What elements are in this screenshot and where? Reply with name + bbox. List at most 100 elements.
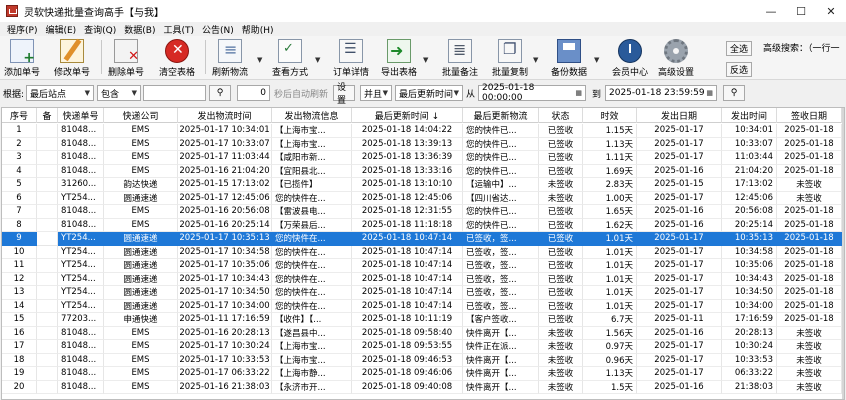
cell-col-last-update-info[interactable]: 已签收，签...	[463, 259, 539, 273]
cell-col-last-update-time[interactable]: 2025-01-18 10:47:14	[352, 272, 463, 286]
maximize-button[interactable]: ☐	[786, 0, 816, 22]
cell-col-sent-info[interactable]: 您的快件在...	[272, 191, 352, 205]
cell-col-index[interactable]: 8	[2, 218, 37, 232]
cell-col-tracking-number[interactable]: YT254...	[58, 299, 104, 313]
cell-col-sent-info[interactable]: 【上海市宝...	[272, 137, 352, 151]
cell-col-signed-date[interactable]: 2025-01-18	[777, 299, 842, 313]
cell-col-last-update-info[interactable]: 已签收，签...	[463, 245, 539, 259]
cell-col-sent-info[interactable]: 【上海市宝...	[272, 340, 352, 354]
cell-col-sent-clock[interactable]: 10:34:01	[722, 124, 777, 138]
cell-col-sent-info[interactable]: 【遂昌县中...	[272, 326, 352, 340]
header-col-sent-clock[interactable]: 发出时间	[722, 108, 777, 123]
cell-col-signed-date[interactable]: 2025-01-18	[777, 272, 842, 286]
cell-col-status[interactable]: 已签收	[539, 164, 583, 178]
cell-col-note[interactable]	[37, 151, 58, 165]
cell-col-sent-clock[interactable]: 10:35:06	[722, 259, 777, 273]
table-row[interactable]: 13 YT254... 圆通速递 2025-01-17 10:34:50 您的快件在..…	[2, 286, 844, 300]
export-table-button[interactable]: 导出表格	[379, 38, 419, 78]
cell-col-status[interactable]: 未签收	[539, 353, 583, 367]
header-col-tracking-number[interactable]: 快递单号	[58, 108, 104, 123]
batch-copy-button[interactable]: 批量复制	[490, 38, 530, 78]
menu-data[interactable]: 数据(B)	[120, 23, 159, 36]
table-row[interactable]: 19 81048... EMS 2025-01-17 06:33:22 【上海市静...…	[2, 367, 844, 381]
cell-col-index[interactable]: 18	[2, 353, 37, 367]
cell-col-courier[interactable]: EMS	[104, 353, 178, 367]
table-row[interactable]: 12 YT254... 圆通速递 2025-01-17 10:34:43 您的快件在..…	[2, 272, 844, 286]
cell-col-sent-clock[interactable]: 10:30:24	[722, 340, 777, 354]
cell-col-note[interactable]	[37, 191, 58, 205]
cell-col-status[interactable]: 已签收	[539, 259, 583, 273]
cell-col-last-update-time[interactable]: 2025-01-18 10:47:14	[352, 259, 463, 273]
cell-col-last-update-info[interactable]: 快件离开【...	[463, 353, 539, 367]
cell-col-index[interactable]: 12	[2, 272, 37, 286]
cell-col-last-update-info[interactable]: 已签收，签...	[463, 272, 539, 286]
cell-col-sent-clock[interactable]: 10:34:43	[722, 272, 777, 286]
cell-col-tracking-number[interactable]: YT254...	[58, 272, 104, 286]
cell-col-tracking-number[interactable]: 81048...	[58, 137, 104, 151]
cell-col-sent-clock[interactable]: 10:34:50	[722, 286, 777, 300]
cell-col-courier[interactable]: 韵达快递	[104, 178, 178, 192]
cell-col-last-update-info[interactable]: 快件离开【...	[463, 380, 539, 394]
cell-col-signed-date[interactable]: 2025-01-18	[777, 164, 842, 178]
cell-col-courier[interactable]: EMS	[104, 367, 178, 381]
cell-col-duration[interactable]: 1.01天	[583, 286, 637, 300]
cell-col-duration[interactable]: 1.01天	[583, 232, 637, 246]
header-col-last-update-time[interactable]: 最后更新时间 ↓	[352, 108, 463, 123]
menu-query[interactable]: 查询(Q)	[80, 23, 120, 36]
delete-number-button[interactable]: 删除单号	[106, 38, 146, 78]
cell-col-duration[interactable]: 2.83天	[583, 178, 637, 192]
cell-col-sent-info[interactable]: 【咸阳市新...	[272, 151, 352, 165]
cell-col-duration[interactable]: 1.11天	[583, 151, 637, 165]
cell-col-last-update-time[interactable]: 2025-01-18 10:47:14	[352, 245, 463, 259]
cell-col-last-update-time[interactable]: 2025-01-18 10:11:19	[352, 313, 463, 327]
cell-col-sent-info[interactable]: 【上海市宝...	[272, 124, 352, 138]
cell-col-sent-time[interactable]: 2025-01-17 10:34:58	[178, 245, 272, 259]
copy-dropdown-arrow-icon[interactable]: ▼	[533, 56, 538, 64]
cell-col-sent-date[interactable]: 2025-01-17	[637, 353, 722, 367]
cell-col-sent-clock[interactable]: 20:28:13	[722, 326, 777, 340]
cell-col-courier[interactable]: 圆通速递	[104, 232, 178, 246]
cell-col-tracking-number[interactable]: YT254...	[58, 259, 104, 273]
cell-col-tracking-number[interactable]: 77203...	[58, 313, 104, 327]
cell-col-sent-clock[interactable]: 10:33:53	[722, 353, 777, 367]
cell-col-sent-date[interactable]: 2025-01-16	[637, 380, 722, 394]
cell-col-sent-clock[interactable]: 21:04:20	[722, 164, 777, 178]
cell-col-sent-time[interactable]: 2025-01-17 10:34:00	[178, 299, 272, 313]
cell-col-last-update-time[interactable]: 2025-01-18 12:31:55	[352, 205, 463, 219]
header-col-index[interactable]: 序号	[2, 108, 37, 123]
table-row[interactable]: 5 31260... 韵达快递 2025-01-15 17:13:02 【已揽件】 202…	[2, 178, 844, 192]
cell-col-sent-clock[interactable]: 17:16:59	[722, 313, 777, 327]
cell-col-sent-date[interactable]: 2025-01-17	[637, 137, 722, 151]
cell-col-sent-time[interactable]: 2025-01-17 10:35:13	[178, 232, 272, 246]
cell-col-sent-time[interactable]: 2025-01-17 12:45:06	[178, 191, 272, 205]
cell-col-duration[interactable]: 1.62天	[583, 218, 637, 232]
cell-col-sent-time[interactable]: 2025-01-16 21:38:03	[178, 380, 272, 394]
cell-col-duration[interactable]: 1.00天	[583, 191, 637, 205]
cell-col-note[interactable]	[37, 272, 58, 286]
cell-col-signed-date[interactable]: 2025-01-18	[777, 313, 842, 327]
date-search-button[interactable]: ⚲	[723, 85, 745, 101]
batch-remark-button[interactable]: 批量备注	[440, 38, 480, 78]
select-all-button[interactable]: 全选	[726, 41, 752, 56]
cell-col-index[interactable]: 4	[2, 164, 37, 178]
table-row[interactable]: 8 81048... EMS 2025-01-16 20:25:14 【万荣县后... 2…	[2, 218, 844, 232]
cell-col-status[interactable]: 已签收	[539, 313, 583, 327]
cell-col-signed-date[interactable]: 2025-01-18	[777, 259, 842, 273]
cell-col-sent-date[interactable]: 2025-01-17	[637, 259, 722, 273]
table-row[interactable]: 14 YT254... 圆通速递 2025-01-17 10:34:00 您的快件在..…	[2, 299, 844, 313]
cell-col-note[interactable]	[37, 299, 58, 313]
cell-col-index[interactable]: 11	[2, 259, 37, 273]
filter-search-button[interactable]: ⚲	[209, 85, 231, 101]
filter-match-select[interactable]: 包含 ▼	[97, 85, 141, 101]
cell-col-last-update-time[interactable]: 2025-01-18 14:04:22	[352, 124, 463, 138]
cell-col-duration[interactable]: 1.56天	[583, 326, 637, 340]
menu-tools[interactable]: 工具(T)	[159, 23, 198, 36]
cell-col-signed-date[interactable]: 2025-01-18	[777, 151, 842, 165]
cell-col-duration[interactable]: 1.01天	[583, 272, 637, 286]
cell-col-courier[interactable]: 圆通速递	[104, 286, 178, 300]
cell-col-sent-info[interactable]: 【收件】【...	[272, 313, 352, 327]
cell-col-index[interactable]: 19	[2, 367, 37, 381]
cell-col-courier[interactable]: 申通快递	[104, 313, 178, 327]
cell-col-duration[interactable]: 1.5天	[583, 380, 637, 394]
cell-col-sent-time[interactable]: 2025-01-15 17:13:02	[178, 178, 272, 192]
